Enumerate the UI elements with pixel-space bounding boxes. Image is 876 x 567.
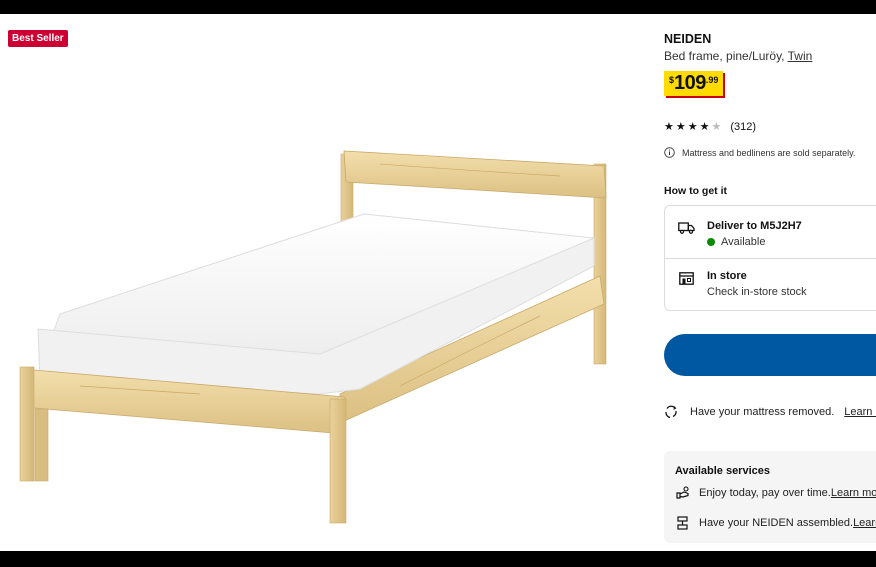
price-integer: 109 (674, 72, 706, 94)
delivery-status-text: Available (721, 236, 766, 248)
truck-icon (677, 220, 695, 248)
delivery-title: Deliver to M5J2H7 (707, 220, 802, 232)
removal-learn-more-link[interactable]: Learn m (844, 406, 876, 418)
divider (665, 258, 876, 259)
assembly-learn-more-link[interactable]: Learn (853, 517, 876, 529)
star-filled-icon: ★ (675, 121, 686, 133)
assembly-icon (675, 516, 691, 530)
removal-text: Have your mattress removed. (690, 406, 835, 418)
best-seller-badge: Best Seller (8, 30, 68, 47)
how-to-get-title: How to get it (664, 185, 727, 197)
service-assembly: Have your NEIDEN assembled. Learn (675, 516, 876, 530)
store-stock-link[interactable]: Check in-store stock (707, 286, 807, 298)
product-image (19, 150, 607, 524)
star-filled-icon: ★ (699, 121, 710, 133)
financing-learn-more-link[interactable]: Learn mo (831, 487, 876, 499)
info-icon (664, 147, 675, 158)
service-financing: Enjoy today, pay over time. Learn mo (675, 486, 876, 499)
delivery-status: Available (707, 236, 802, 248)
product-description: Bed frame, pine/Luröy, Twin (664, 49, 812, 63)
price-decimal: .99 (705, 75, 719, 85)
size-link[interactable]: Twin (788, 49, 813, 63)
rating-stars: ★ ★ ★ ★ ★ (664, 120, 723, 133)
separate-items-note: Mattress and bedlinens are sold separate… (664, 147, 855, 158)
rating-count[interactable]: (312) (730, 121, 756, 133)
service-financing-text: Enjoy today, pay over time. (699, 486, 831, 499)
delivery-option[interactable]: Deliver to M5J2H7 Available (677, 220, 802, 248)
store-title: In store (707, 270, 747, 282)
recycle-icon (664, 405, 678, 419)
store-icon (677, 270, 695, 298)
star-empty-icon: ★ (711, 121, 722, 133)
delivery-options-box: Deliver to M5J2H7 Available In store Che… (664, 205, 876, 311)
available-services: Available services Enjoy today, pay over… (664, 451, 876, 543)
rating[interactable]: ★ ★ ★ ★ ★ (312) (664, 120, 756, 134)
description-text: Bed frame, pine/Luröy, (664, 49, 788, 63)
note-text: Mattress and bedlinens are sold separate… (682, 147, 856, 158)
mattress-removal: Have your mattress removed. Learn m (664, 405, 876, 419)
service-assembly-text: Have your NEIDEN assembled. (699, 517, 854, 529)
price-tag: $ 109 .99 (664, 71, 724, 96)
available-dot-icon (707, 238, 715, 246)
store-option[interactable]: In store Check in-store stock (677, 270, 807, 298)
star-filled-icon: ★ (664, 121, 674, 133)
add-to-bag-button[interactable] (664, 334, 876, 376)
product-name: NEIDEN (664, 32, 712, 46)
product-page: Best Seller NEIDEN Bed frame, pine/Luröy… (0, 14, 876, 551)
hand-icon (675, 486, 691, 499)
star-filled-icon: ★ (687, 121, 698, 133)
services-title: Available services (675, 465, 770, 477)
